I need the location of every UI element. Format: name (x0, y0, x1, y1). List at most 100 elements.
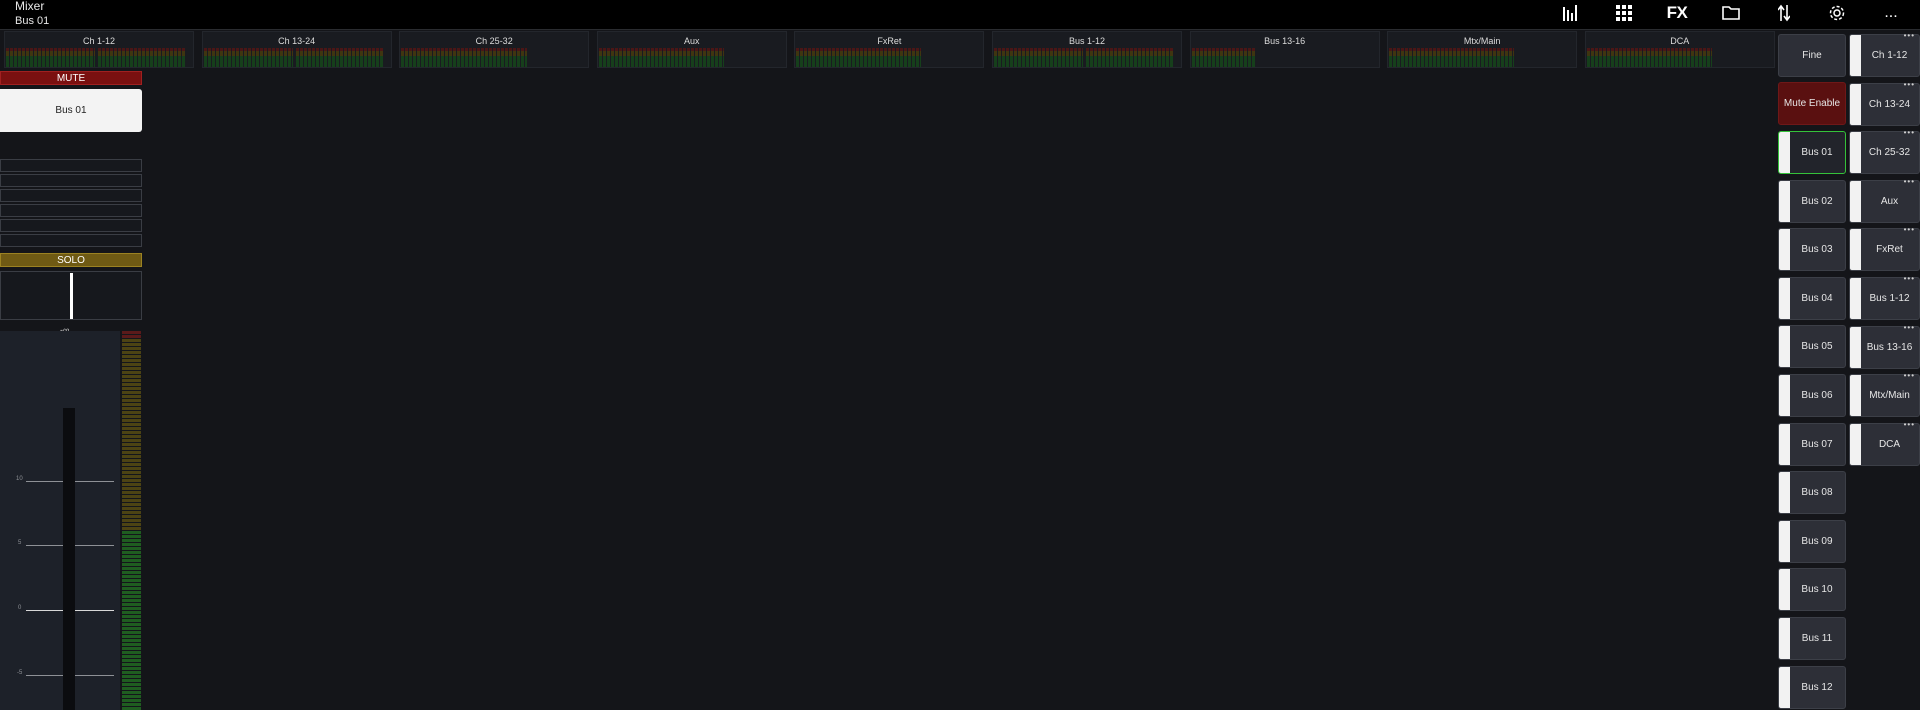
meter-group[interactable]: Mtx/Main (1387, 31, 1578, 68)
fader-track[interactable] (63, 408, 75, 710)
pan-indicator (70, 273, 73, 319)
meter-group-bars (796, 48, 922, 67)
bus-select-label: Bus 11 (1801, 633, 1833, 644)
bus-select-label: Bus 08 (1801, 487, 1833, 499)
grid-icon[interactable] (1609, 0, 1639, 25)
bus-select-button[interactable]: Bus 12 (1778, 665, 1846, 709)
bank-menu-icon[interactable]: ••• (1904, 128, 1915, 137)
bank-select-button[interactable]: Mtx/Main ••• (1849, 371, 1920, 418)
bus-select-button[interactable]: Bus 05 (1778, 325, 1846, 369)
bank-select-button[interactable]: Aux ••• (1849, 177, 1920, 223)
meter-group-bars (1389, 48, 1515, 67)
bus-select-button[interactable]: Bus 07 (1778, 422, 1846, 466)
channel-strip: MUTE Bus 01 SOLO -∞ 10 5 0 -5 (0, 70, 145, 710)
bank-select-button[interactable]: Bus 1-12 ••• (1849, 274, 1920, 320)
bank-menu-icon[interactable]: ••• (1904, 274, 1915, 283)
meter-group-label: Ch 1-12 (82, 36, 116, 46)
fx-icon[interactable]: FX (1662, 0, 1692, 25)
meter-group[interactable]: Ch 25-32 (399, 31, 590, 68)
bus-select-button[interactable]: Bus 04 (1778, 276, 1846, 320)
mute-button[interactable]: MUTE (0, 71, 142, 85)
meter-group-label: DCA (1670, 36, 1690, 46)
meter-group-bars (994, 48, 1174, 67)
bus-select-label: Bus 09 (1801, 535, 1833, 547)
meter-group-label: Bus 13-16 (1264, 36, 1306, 46)
bank-select-button[interactable]: Ch 1-12 ••• (1849, 31, 1920, 77)
meter-group-bars (598, 48, 724, 67)
meter-group[interactable]: DCA (1584, 31, 1775, 68)
bank-menu-icon[interactable]: ••• (1904, 31, 1915, 40)
bus-select-button[interactable]: Bus 09 (1778, 519, 1846, 563)
channel-name-button[interactable]: Bus 01 (0, 89, 142, 132)
bank-select-label: Mtx/Main (1869, 390, 1910, 402)
bank-select-button[interactable]: Bus 13-16 ••• (1849, 323, 1920, 369)
fine-button[interactable]: Fine (1778, 34, 1846, 77)
meter-group-bars (1586, 48, 1712, 67)
insert-slot[interactable] (0, 159, 142, 172)
bank-select-label: DCA (1878, 438, 1901, 450)
app-subtitle: Bus 01 (15, 15, 50, 27)
bus-select-label: Bus 01 (1801, 147, 1833, 158)
meter-group[interactable]: Bus 1-12 (992, 31, 1182, 68)
pan-control[interactable] (0, 271, 142, 320)
insert-slot[interactable] (0, 174, 142, 187)
meter-group-label: FxRet (877, 36, 902, 46)
bus-select-label: Bus 06 (1801, 390, 1833, 401)
bus-select-button[interactable]: Bus 03 (1778, 228, 1846, 272)
meter-group[interactable]: FxRet (794, 31, 985, 68)
level-meter (122, 331, 141, 710)
fader[interactable]: 10 5 0 -5 (0, 331, 120, 710)
bank-select-label: Ch 13-24 (1868, 98, 1911, 110)
bank-menu-icon[interactable]: ••• (1904, 177, 1915, 186)
bus-select-label: Bus 12 (1801, 681, 1833, 693)
bank-menu-icon[interactable]: ••• (1904, 420, 1915, 429)
bank-select-label: Aux (1880, 195, 1899, 207)
meter-group-label: Bus 1-12 (1068, 36, 1106, 46)
meter-group[interactable]: Aux (596, 31, 787, 68)
bank-menu-icon[interactable]: ••• (1904, 225, 1915, 234)
bus-select-button[interactable]: Bus 08 (1778, 471, 1846, 515)
bank-menu-icon[interactable]: ••• (1904, 323, 1915, 332)
meter-group[interactable]: Ch 1-12 (4, 31, 194, 68)
top-bar-divider (0, 29, 1920, 30)
more-icon[interactable]: ... (1876, 0, 1906, 25)
meters-icon[interactable] (1555, 0, 1585, 25)
bank-select-button[interactable]: Ch 13-24 ••• (1849, 80, 1920, 126)
meter-group-label: Mtx/Main (1463, 36, 1501, 46)
bus-select-label: Bus 04 (1801, 292, 1833, 304)
gear-icon[interactable] (1822, 0, 1852, 25)
meter-group[interactable]: Bus 13-16 (1189, 31, 1380, 68)
bus-select-label: Bus 05 (1801, 341, 1833, 353)
bus-select-button[interactable]: Bus 06 (1778, 374, 1846, 417)
bank-select-label: FxRet (1876, 244, 1903, 256)
meter-overview: Ch 1-12 Ch 13-24 Ch 25-32 Aux FxRet Bus 1-12 B… (4, 31, 1775, 69)
bank-menu-icon[interactable]: ••• (1904, 80, 1915, 89)
meter-group-label: Aux (684, 36, 700, 46)
bank-menu-icon[interactable]: ••• (1904, 371, 1915, 380)
meter-group-label: Ch 25-32 (475, 36, 513, 46)
bus-select-button[interactable]: Bus 11 (1778, 617, 1846, 660)
insert-slot[interactable] (0, 219, 142, 232)
insert-slot[interactable] (0, 189, 142, 202)
bus-select-button[interactable]: Bus 02 (1778, 179, 1846, 223)
meter-group-bars (203, 48, 384, 67)
bank-select-label: Bus 13-16 (1866, 341, 1913, 353)
bus-select-button[interactable]: Bus 10 (1778, 568, 1846, 612)
bank-select-label: Ch 25-32 (1868, 147, 1911, 159)
fader-scale-label: 10 (16, 476, 23, 482)
insert-slot[interactable] (0, 204, 142, 217)
mute-enable-button[interactable]: Mute Enable (1778, 82, 1846, 125)
meter-group-bars (401, 48, 528, 67)
folder-icon[interactable] (1716, 0, 1746, 25)
bank-select-button[interactable]: FxRet ••• (1849, 225, 1920, 272)
bank-select-label: Ch 1-12 (1871, 50, 1908, 61)
bank-select-button[interactable]: DCA ••• (1849, 420, 1920, 466)
meter-group[interactable]: Ch 13-24 (201, 31, 392, 68)
sort-icon[interactable] (1769, 0, 1799, 25)
fader-scale-label: 5 (18, 540, 22, 546)
app-title: Mixer (15, 0, 45, 13)
bus-select-button[interactable]: Bus 01 (1778, 131, 1846, 174)
bank-select-button[interactable]: Ch 25-32 ••• (1849, 128, 1920, 175)
solo-button[interactable]: SOLO (0, 253, 142, 267)
insert-slot[interactable] (0, 234, 142, 247)
